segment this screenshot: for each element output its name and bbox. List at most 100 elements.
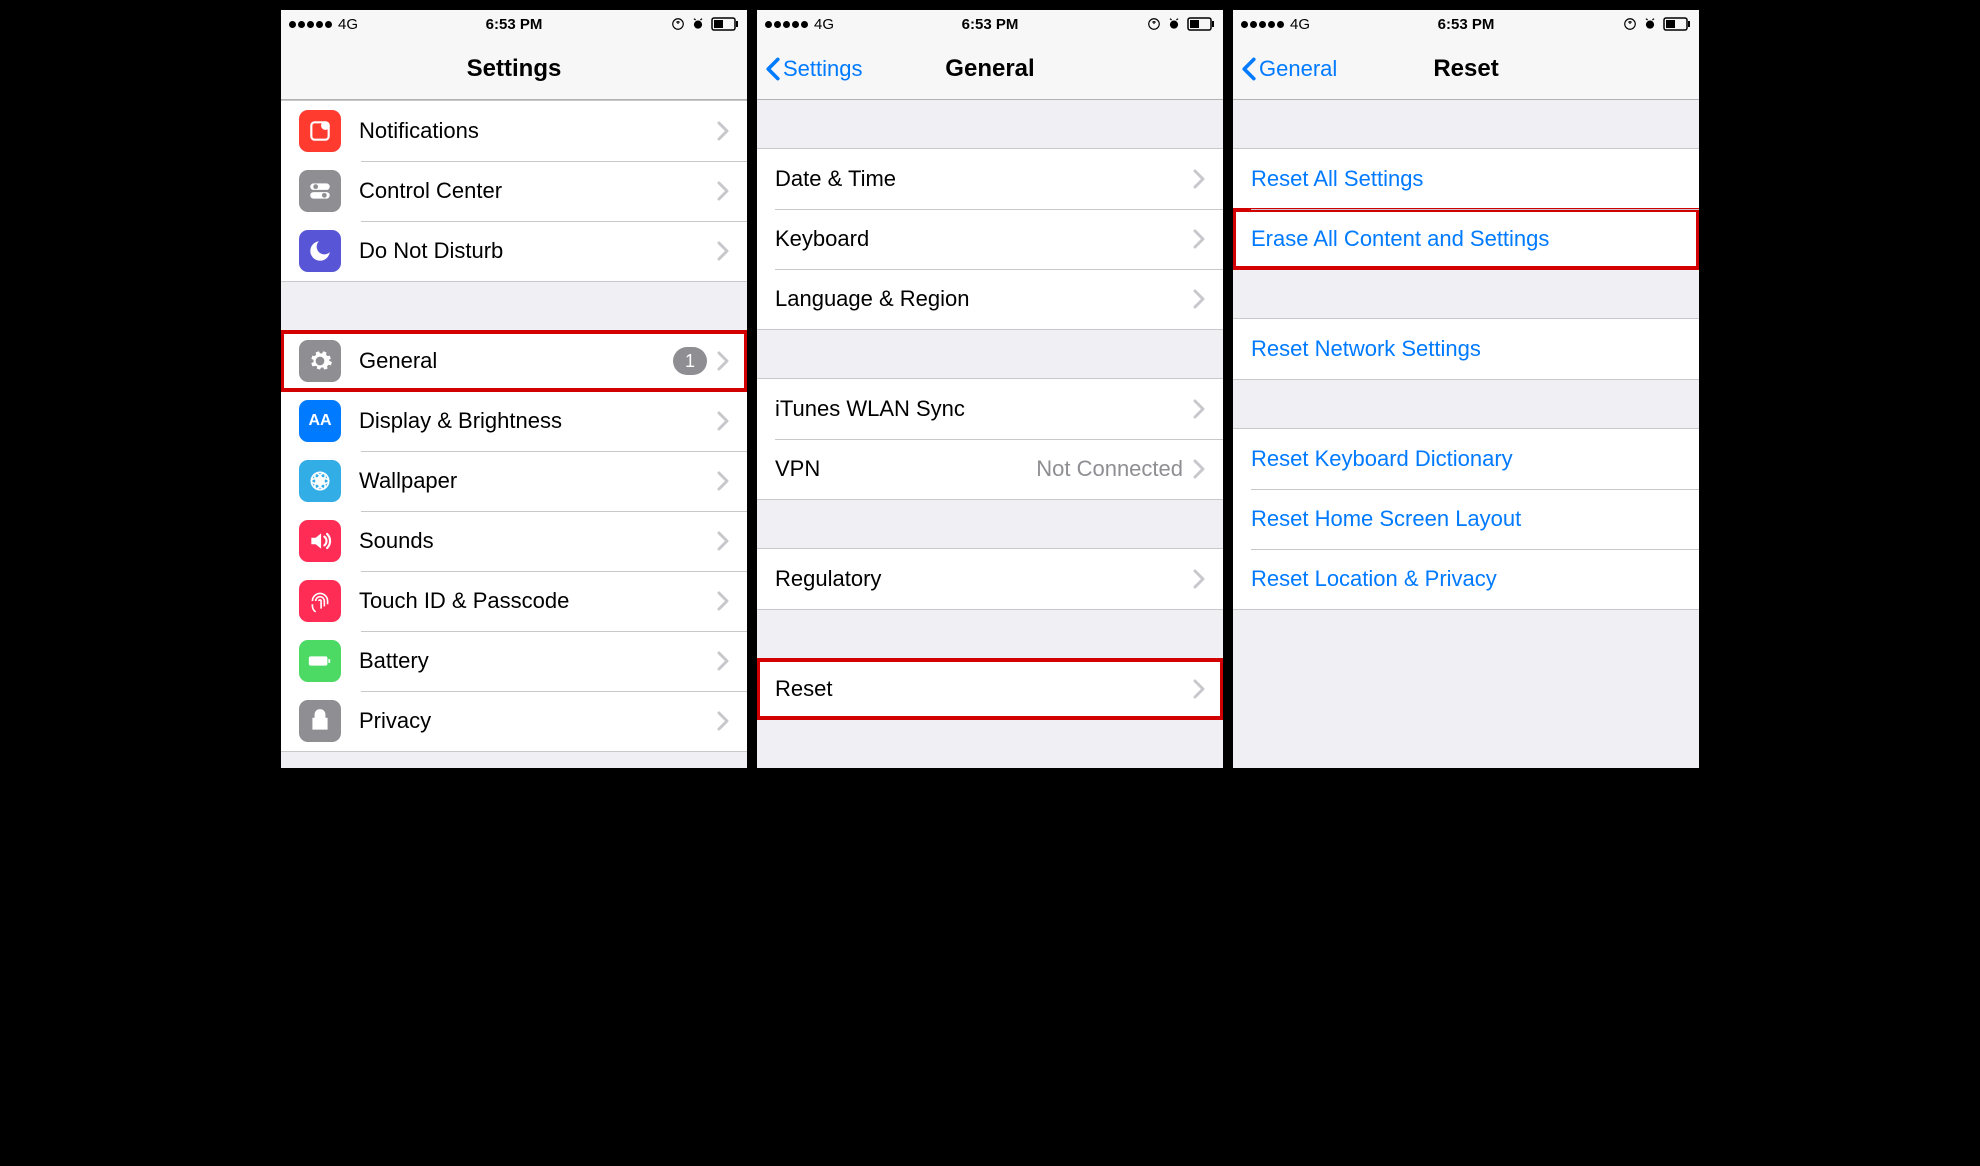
row-badge: 1 — [673, 347, 707, 375]
page-title: Settings — [467, 55, 562, 83]
signal-icon — [1241, 21, 1284, 28]
reset-group-3: Reset Keyboard Dictionary Reset Home Scre… — [1233, 428, 1699, 610]
list-item[interactable]: General1 — [281, 331, 747, 391]
list-item[interactable]: Reset Location & Privacy — [1233, 549, 1699, 609]
chevron-right-icon — [1193, 169, 1205, 189]
row-label: Regulatory — [775, 566, 1193, 592]
chevron-right-icon — [1193, 289, 1205, 309]
row-label: VPN — [775, 456, 1036, 482]
list-item[interactable]: Wallpaper — [281, 451, 747, 511]
general-group-1: Date & Time Keyboard Language & Region — [757, 148, 1223, 330]
chevron-right-icon — [717, 121, 729, 141]
status-time: 6:53 PM — [962, 16, 1019, 33]
lock-icon — [1147, 17, 1161, 31]
list-item[interactable]: Battery — [281, 631, 747, 691]
status-time: 6:53 PM — [486, 16, 543, 33]
list-item[interactable]: Control Center — [281, 161, 747, 221]
navbar: General Reset — [1233, 38, 1699, 100]
screen-general: 4G 6:53 PM Settings General Date & TimeK… — [757, 10, 1223, 768]
list-item[interactable]: Touch ID & Passcode — [281, 571, 747, 631]
chevron-right-icon — [1193, 229, 1205, 249]
screen-reset: 4G 6:53 PM General Reset Reset All Setti… — [1233, 10, 1699, 768]
carrier-label: 4G — [338, 16, 358, 33]
back-button[interactable]: General — [1241, 56, 1337, 82]
row-label: Keyboard — [775, 226, 1193, 252]
row-label: Reset — [775, 676, 1193, 702]
list-item[interactable]: Keyboard — [757, 209, 1223, 269]
chevron-right-icon — [717, 471, 729, 491]
battery-icon — [299, 640, 341, 682]
settings-group-2: General1AADisplay & BrightnessWallpaperS… — [281, 330, 747, 752]
row-label: Display & Brightness — [359, 408, 717, 434]
dnd-icon — [299, 230, 341, 272]
wallpaper-icon — [299, 460, 341, 502]
back-label: Settings — [783, 56, 863, 82]
row-label: Control Center — [359, 178, 717, 204]
page-title: General — [945, 55, 1034, 83]
battery-icon — [1663, 17, 1691, 31]
list-item[interactable]: Reset Home Screen Layout — [1233, 489, 1699, 549]
lock-icon — [671, 17, 685, 31]
row-label: Privacy — [359, 708, 717, 734]
row-label: Reset Home Screen Layout — [1251, 506, 1681, 532]
list-item[interactable]: Date & Time — [757, 149, 1223, 209]
list-item[interactable]: Regulatory — [757, 549, 1223, 609]
lock-icon — [1623, 17, 1637, 31]
row-label: Reset Network Settings — [1251, 336, 1681, 362]
row-label: Erase All Content and Settings — [1251, 226, 1681, 252]
row-label: Battery — [359, 648, 717, 674]
list-item[interactable]: Notifications — [281, 101, 747, 161]
chevron-right-icon — [1193, 459, 1205, 479]
triptych-container: 4G 6:53 PM Settings Notifications Control… — [281, 10, 1699, 768]
general-group-3: Regulatory — [757, 548, 1223, 610]
chevron-right-icon — [717, 531, 729, 551]
list-item[interactable]: Language & Region — [757, 269, 1223, 329]
row-label: Notifications — [359, 118, 717, 144]
fingerprint-icon — [299, 580, 341, 622]
list-item[interactable]: Reset Keyboard Dictionary — [1233, 429, 1699, 489]
navbar: Settings General — [757, 38, 1223, 100]
row-label: General — [359, 348, 673, 374]
navbar: Settings — [281, 38, 747, 100]
chevron-right-icon — [717, 711, 729, 731]
list-item[interactable]: VPNNot Connected — [757, 439, 1223, 499]
sounds-icon — [299, 520, 341, 562]
chevron-right-icon — [1193, 569, 1205, 589]
alarm-icon — [1643, 17, 1657, 31]
list-item[interactable]: Reset Network Settings — [1233, 319, 1699, 379]
chevron-left-icon — [1241, 57, 1257, 81]
status-bar: 4G 6:53 PM — [1233, 10, 1699, 38]
gear-icon — [299, 340, 341, 382]
row-label: Reset Keyboard Dictionary — [1251, 446, 1681, 472]
row-detail: Not Connected — [1036, 456, 1183, 482]
row-label: Reset All Settings — [1251, 166, 1681, 192]
signal-icon — [289, 21, 332, 28]
row-label: Date & Time — [775, 166, 1193, 192]
page-title: Reset — [1433, 55, 1498, 83]
chevron-right-icon — [717, 651, 729, 671]
list-item[interactable]: AADisplay & Brightness — [281, 391, 747, 451]
status-time: 6:53 PM — [1438, 16, 1495, 33]
battery-icon — [711, 17, 739, 31]
battery-icon — [1187, 17, 1215, 31]
general-group-2: iTunes WLAN SyncVPNNot Connected — [757, 378, 1223, 500]
list-item[interactable]: Sounds — [281, 511, 747, 571]
list-item[interactable]: iTunes WLAN Sync — [757, 379, 1223, 439]
chevron-right-icon — [717, 351, 729, 371]
list-item[interactable]: Do Not Disturb — [281, 221, 747, 281]
chevron-left-icon — [765, 57, 781, 81]
row-label: Touch ID & Passcode — [359, 588, 717, 614]
row-label: Language & Region — [775, 286, 1193, 312]
list-item[interactable]: Erase All Content and Settings — [1233, 209, 1699, 269]
alarm-icon — [691, 17, 705, 31]
list-item[interactable]: Reset All Settings — [1233, 149, 1699, 209]
chevron-right-icon — [1193, 679, 1205, 699]
chevron-right-icon — [717, 411, 729, 431]
row-label: Sounds — [359, 528, 717, 554]
list-item[interactable]: Privacy — [281, 691, 747, 751]
back-button[interactable]: Settings — [765, 56, 863, 82]
list-item[interactable]: Reset — [757, 659, 1223, 719]
row-label: Reset Location & Privacy — [1251, 566, 1681, 592]
signal-icon — [765, 21, 808, 28]
settings-group-1: Notifications Control Center Do Not Distur… — [281, 100, 747, 282]
